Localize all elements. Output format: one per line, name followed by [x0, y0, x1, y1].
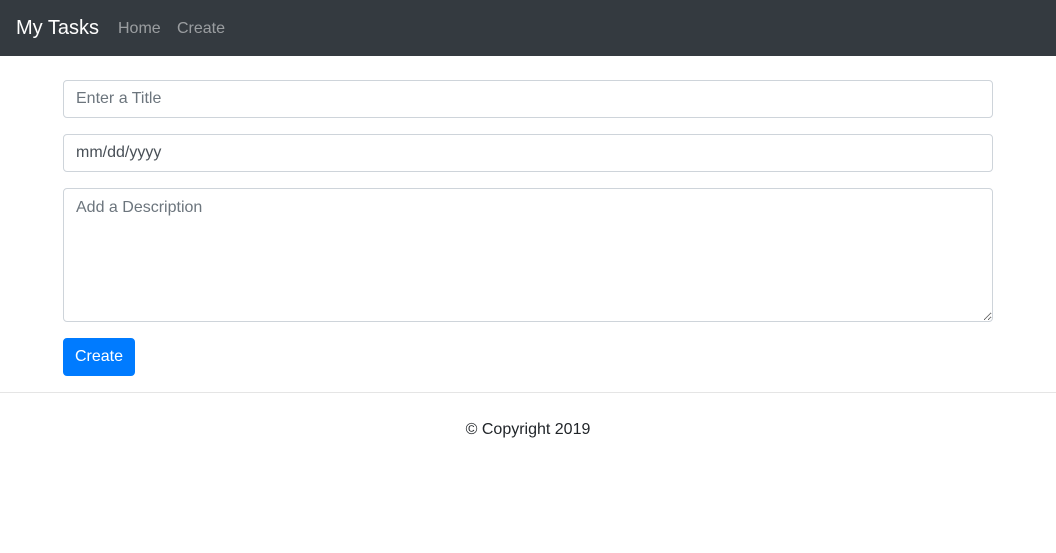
footer-copyright: © Copyright 2019	[465, 421, 591, 438]
navbar: My Tasks Home Create	[0, 0, 1056, 56]
footer-divider	[0, 392, 1056, 393]
nav-link-home[interactable]: Home	[118, 19, 161, 39]
date-placeholder: mm/dd/yyyy	[76, 144, 162, 161]
description-textarea[interactable]	[63, 188, 993, 322]
create-button[interactable]: Create	[63, 338, 135, 376]
nav-link-create[interactable]: Create	[177, 19, 225, 39]
date-input[interactable]: mm/dd/yyyy	[63, 134, 993, 172]
brand-link[interactable]: My Tasks	[16, 16, 99, 41]
title-input[interactable]	[63, 80, 993, 118]
